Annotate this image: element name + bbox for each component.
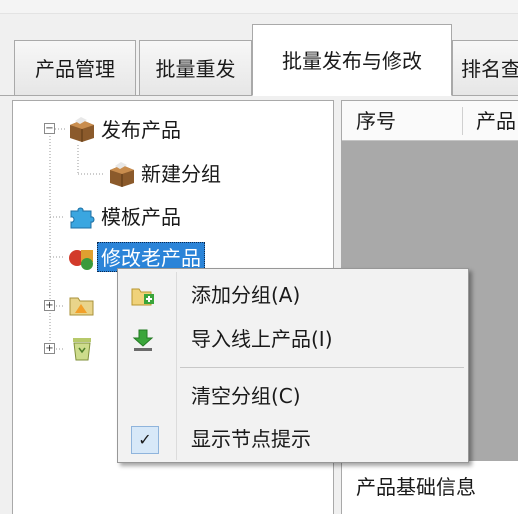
tab-ranking-query[interactable]: 排名查询 (452, 40, 518, 96)
tree-node-template-products[interactable]: 模板产品 (101, 202, 181, 232)
tab-batch-publish-modify[interactable]: 批量发布与修改 (252, 24, 452, 96)
tree-node-new-group[interactable]: 新建分组 (141, 159, 221, 189)
grid-header: 序号 产品 (342, 101, 518, 141)
expand-toggle[interactable]: + (44, 300, 55, 311)
tree-node-publish-products[interactable]: 发布产品 (101, 115, 181, 145)
menu-item-show-node-tips[interactable]: ✓ 显示节点提示 (121, 417, 465, 461)
puzzle-icon (70, 207, 95, 229)
add-folder-icon (131, 288, 154, 306)
tab-label: 产品管理 (35, 57, 115, 81)
menu-item-label: 显示节点提示 (191, 427, 311, 451)
menu-item-label: 添加分组(A) (191, 283, 301, 307)
product-basic-info-label: 产品基础信息 (356, 475, 476, 499)
column-separator[interactable] (462, 107, 463, 135)
tab-label: 批量重发 (155, 57, 236, 81)
collapse-toggle[interactable]: − (44, 123, 55, 134)
box-icon (70, 117, 94, 142)
window-top-strip (0, 0, 518, 14)
folder-icon (69, 297, 94, 316)
menu-separator (180, 367, 464, 368)
expand-toggle[interactable]: + (44, 343, 55, 354)
menu-item-add-group[interactable]: 添加分组(A) (121, 273, 465, 317)
tab-batch-repost[interactable]: 批量重发 (139, 40, 252, 96)
import-icon (132, 329, 154, 351)
tab-product-management[interactable]: 产品管理 (14, 40, 136, 96)
box-icon (110, 162, 134, 187)
tab-label: 批量发布与修改 (282, 49, 422, 73)
menu-item-label: 清空分组(C) (191, 384, 301, 408)
tab-label: 排名查询 (461, 57, 518, 81)
products-icon (69, 250, 93, 270)
column-header-product[interactable]: 产品 (476, 101, 518, 141)
check-icon: ✓ (131, 426, 159, 454)
menu-item-label: 导入线上产品(I) (191, 327, 333, 351)
column-header-index[interactable]: 序号 (356, 101, 456, 141)
menu-item-clear-group[interactable]: 清空分组(C) (121, 374, 465, 418)
recycle-bin-icon (73, 338, 91, 361)
menu-item-import-online-products[interactable]: 导入线上产品(I) (121, 317, 465, 361)
context-menu: 添加分组(A) 导入线上产品(I) 清空分组(C) ✓ 显示节点提示 (117, 268, 469, 463)
